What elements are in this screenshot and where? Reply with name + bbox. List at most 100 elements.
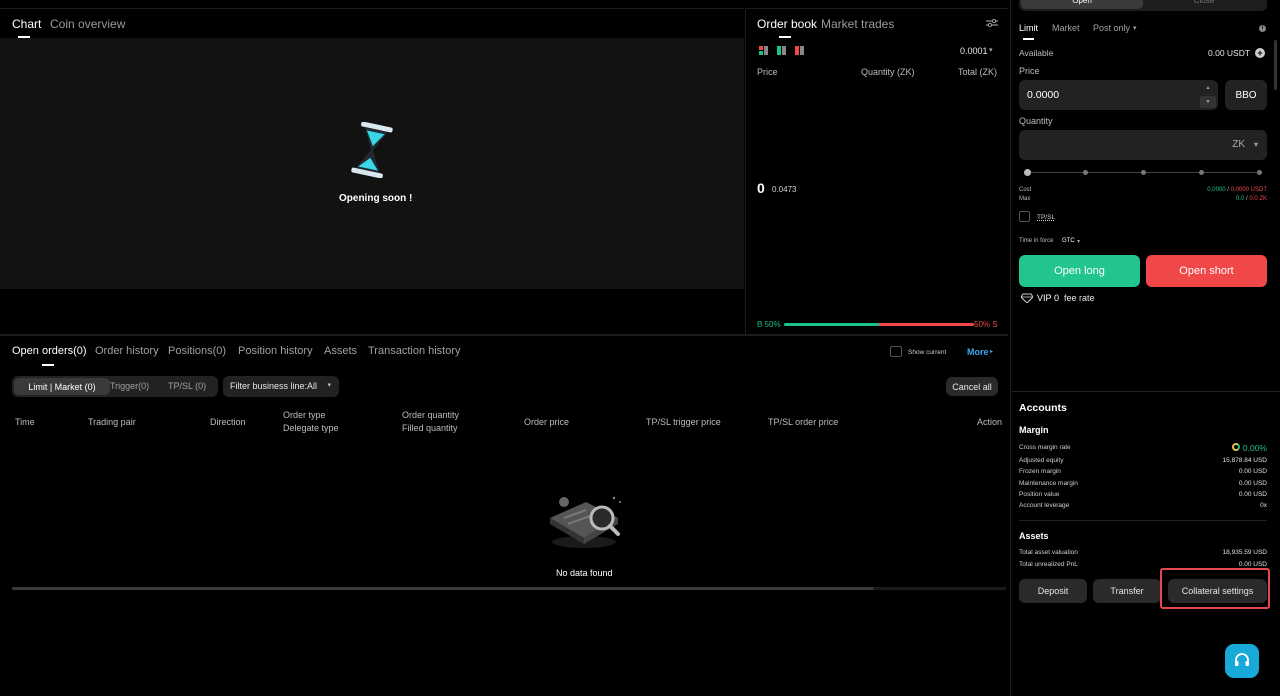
time-in-force-value[interactable]: GTC: [1062, 238, 1075, 244]
tab-coin-overview[interactable]: Coin overview: [50, 17, 125, 31]
chevron-down-icon[interactable]: ▾: [1254, 140, 1258, 149]
support-button[interactable]: [1225, 644, 1259, 678]
tab-positions[interactable]: Positions(0): [168, 345, 226, 357]
cost-value-long: 0.0000: [1207, 187, 1226, 193]
cost-value-short: 0.0000 USDT: [1230, 187, 1267, 193]
precision-select[interactable]: 0.0001: [960, 46, 988, 56]
cost-label: Cost: [1019, 187, 1032, 193]
tpsl-label: TP/SL: [1037, 214, 1056, 221]
buy-sell-ratio-bar: [784, 323, 974, 326]
time-in-force-label: Time in force: [1019, 238, 1054, 244]
filter-limit-market[interactable]: Limit | Market (0): [14, 378, 110, 395]
tab-order-book[interactable]: Order book: [757, 17, 817, 31]
unrealized-pnl-value: 0.00 USD: [1238, 561, 1267, 568]
vip-level: 0: [1054, 293, 1060, 303]
col-order-quantity: Order quantity: [402, 410, 460, 420]
sell-ratio-label: 50% S: [974, 320, 998, 329]
open-close-toggle: Open Close: [1019, 0, 1267, 11]
position-value-label: Position value: [1019, 491, 1060, 498]
settings-sliders-icon[interactable]: [986, 18, 998, 28]
chevron-down-icon[interactable]: ▾: [1133, 24, 1137, 32]
tab-assets[interactable]: Assets: [324, 345, 357, 357]
horizontal-scrollbar-thumb[interactable]: [12, 587, 874, 590]
margin-rate-value: 0.00%: [1242, 443, 1267, 453]
max-label: Max: [1019, 196, 1031, 202]
tab-underline: [42, 364, 54, 366]
fee-rate-link[interactable]: fee rate: [1064, 293, 1095, 303]
business-line-filter[interactable]: Filter business line:All ▾: [223, 376, 339, 397]
collateral-settings-button[interactable]: Collateral settings: [1168, 579, 1267, 603]
cost-value: 0.0000 / 0.0000 USDT: [1207, 187, 1267, 193]
vertical-scrollbar-thumb[interactable]: [1274, 40, 1277, 90]
order-type-post-only[interactable]: Post only: [1093, 23, 1130, 33]
chevron-down-icon[interactable]: ▾: [989, 46, 993, 54]
tab-close[interactable]: Close: [1143, 0, 1265, 9]
view-both-icon[interactable]: [759, 46, 768, 55]
view-buy-icon[interactable]: [777, 46, 786, 55]
tab-transaction-history[interactable]: Transaction history: [368, 345, 461, 357]
col-trading-pair: Trading pair: [88, 417, 136, 427]
chevron-down-icon[interactable]: ▾: [1077, 238, 1080, 245]
slider-mark-100[interactable]: [1257, 170, 1262, 175]
unrealized-pnl-label: Total unrealized PnL: [1019, 561, 1078, 568]
orderbook-panel: Order book Market trades 0.0001 ▾ Price …: [745, 8, 1008, 334]
quantity-input[interactable]: ZK ▾: [1019, 130, 1267, 160]
price-input[interactable]: 0.0000 ▲ ▼: [1019, 80, 1218, 110]
tab-open[interactable]: Open: [1021, 0, 1143, 9]
empty-search-icon: [550, 496, 621, 548]
tab-open-orders[interactable]: Open orders(0): [12, 345, 87, 357]
adjusted-equity-label: Adjusted equity: [1019, 457, 1064, 464]
tab-market-trades[interactable]: Market trades: [821, 17, 894, 31]
account-leverage-label: Account leverage: [1019, 502, 1070, 509]
buy-ratio-label: B 50%: [757, 320, 781, 329]
business-line-label: Filter business line:All: [230, 381, 318, 391]
open-long-button[interactable]: Open long: [1019, 255, 1140, 287]
mid-sub-price: 0.0473: [772, 185, 797, 194]
frozen-margin-value: 0.00 USD: [1238, 468, 1267, 475]
chevron-right-icon[interactable]: ▸: [990, 348, 993, 355]
slider-mark-50[interactable]: [1141, 170, 1146, 175]
filter-tpsl[interactable]: TP/SL (0): [168, 381, 206, 391]
frozen-margin-label: Frozen margin: [1019, 468, 1061, 475]
max-value-short: 0.0 ZK: [1249, 196, 1267, 202]
tab-order-history[interactable]: Order history: [95, 345, 159, 357]
order-type-limit[interactable]: Limit: [1019, 23, 1038, 33]
divider: [0, 334, 1008, 335]
add-funds-icon[interactable]: +: [1255, 48, 1265, 58]
header-quantity: Quantity (ZK): [861, 67, 915, 77]
max-value: 0.0 / 0.0 ZK: [1235, 196, 1267, 202]
bbo-button[interactable]: BBO: [1225, 80, 1267, 110]
buy-ratio-fill: [784, 323, 879, 326]
cancel-all-button[interactable]: Cancel all: [946, 377, 998, 396]
empty-state-text: No data found: [556, 568, 613, 578]
col-action: Action: [977, 417, 1003, 427]
info-icon[interactable]: i: [1259, 25, 1266, 32]
account-leverage-value: 0x: [1260, 502, 1267, 509]
col-delegate-type: Delegate type: [283, 423, 339, 433]
transfer-button[interactable]: Transfer: [1093, 579, 1161, 603]
order-type-market[interactable]: Market: [1052, 23, 1080, 33]
col-order-type: Order type: [283, 410, 326, 420]
price-step-down-icon[interactable]: ▼: [1200, 96, 1216, 108]
available-label: Available: [1019, 48, 1054, 58]
hourglass-icon: [351, 122, 393, 178]
adjusted-equity-value: 15,878.84 USD: [1222, 457, 1267, 464]
col-tpsl-order: TP/SL order price: [768, 417, 839, 427]
show-current-label: Show current: [908, 349, 947, 356]
show-current-checkbox[interactable]: [890, 346, 902, 357]
filter-trigger[interactable]: Trigger(0): [110, 381, 149, 391]
quantity-slider-handle[interactable]: [1024, 169, 1031, 176]
more-link[interactable]: More: [967, 347, 989, 357]
open-short-button[interactable]: Open short: [1146, 255, 1267, 287]
total-asset-value: 18,935.59 USD: [1222, 549, 1267, 556]
slider-mark-25[interactable]: [1083, 170, 1088, 175]
tab-position-history[interactable]: Position history: [238, 345, 313, 357]
opening-soon-text: Opening soon !: [339, 193, 413, 204]
tab-chart[interactable]: Chart: [12, 17, 41, 31]
tpsl-checkbox[interactable]: [1019, 211, 1030, 222]
tab-underline: [1023, 38, 1034, 40]
deposit-button[interactable]: Deposit: [1019, 579, 1087, 603]
view-sell-icon[interactable]: [795, 46, 804, 55]
slider-mark-75[interactable]: [1199, 170, 1204, 175]
price-step-up-icon[interactable]: ▲: [1200, 82, 1216, 94]
